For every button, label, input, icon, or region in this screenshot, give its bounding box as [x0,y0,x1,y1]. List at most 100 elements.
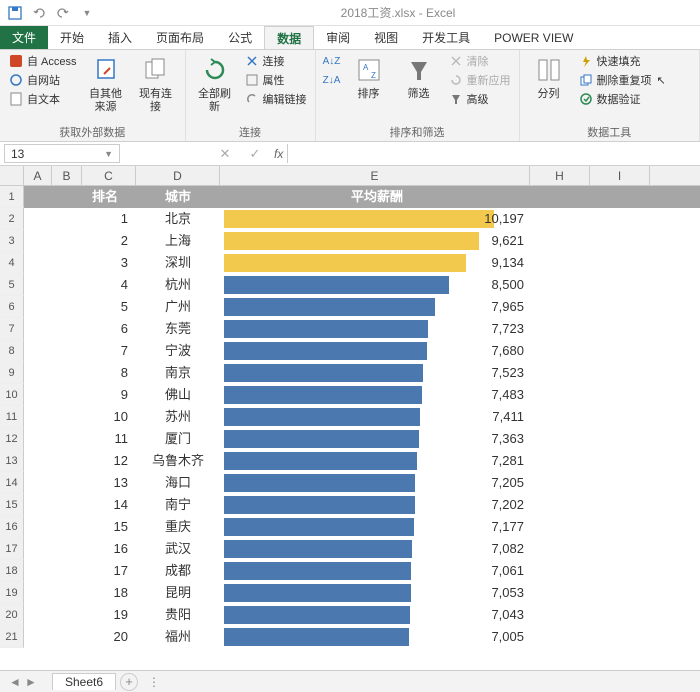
cell[interactable] [24,582,52,604]
table-row[interactable]: 8南京7,523 [24,362,700,384]
cell[interactable] [590,252,650,274]
salary-bar-cell[interactable]: 10,197 [220,208,530,230]
row-header[interactable]: 17 [0,538,24,560]
tab-视图[interactable]: 视图 [362,26,410,49]
salary-bar-cell[interactable]: 7,177 [220,516,530,538]
cell[interactable] [24,494,52,516]
cell[interactable] [530,406,590,428]
cell[interactable] [530,560,590,582]
rank-cell[interactable]: 20 [82,626,136,648]
salary-bar-cell[interactable]: 7,965 [220,296,530,318]
salary-bar-cell[interactable]: 7,281 [220,450,530,472]
table-row[interactable]: 2上海9,621 [24,230,700,252]
city-cell[interactable]: 东莞 [136,318,220,340]
cell[interactable] [530,516,590,538]
city-cell[interactable]: 南京 [136,362,220,384]
cell[interactable] [52,362,82,384]
table-row[interactable]: 19贵阳7,043 [24,604,700,626]
cell[interactable] [530,230,590,252]
city-cell[interactable]: 乌鲁木齐 [136,450,220,472]
city-cell[interactable]: 宁波 [136,340,220,362]
rank-cell[interactable]: 16 [82,538,136,560]
city-cell[interactable]: 武汉 [136,538,220,560]
rank-cell[interactable]: 9 [82,384,136,406]
cell[interactable] [52,560,82,582]
cell[interactable] [590,274,650,296]
cell[interactable] [24,318,52,340]
row-header[interactable]: 21 [0,626,24,648]
cell[interactable] [530,428,590,450]
rank-cell[interactable]: 11 [82,428,136,450]
salary-bar-cell[interactable]: 7,363 [220,428,530,450]
cell[interactable] [590,604,650,626]
cell[interactable] [530,472,590,494]
tab-审阅[interactable]: 审阅 [314,26,362,49]
cell[interactable] [24,340,52,362]
cell[interactable] [52,406,82,428]
table-row[interactable]: 14南宁7,202 [24,494,700,516]
cell[interactable] [24,230,52,252]
tab-数据[interactable]: 数据 [264,26,314,49]
connections-button[interactable]: 连接 [242,52,309,70]
cell[interactable] [590,208,650,230]
from-web-button[interactable]: 自网站 [6,71,79,89]
rank-cell[interactable]: 19 [82,604,136,626]
from-other-sources-button[interactable]: 自其他来源 [83,52,129,116]
cell[interactable] [530,274,590,296]
rank-cell[interactable]: 5 [82,296,136,318]
city-cell[interactable]: 贵阳 [136,604,220,626]
cell[interactable] [590,186,650,208]
col-header-H[interactable]: H [530,166,590,185]
table-row[interactable]: 12乌鲁木齐7,281 [24,450,700,472]
cell[interactable] [52,494,82,516]
row-header[interactable]: 3 [0,230,24,252]
salary-bar-cell[interactable]: 9,134 [220,252,530,274]
add-sheet-button[interactable]: + [120,673,138,691]
cell[interactable] [590,450,650,472]
row-header[interactable]: 20 [0,604,24,626]
row-header[interactable]: 16 [0,516,24,538]
table-row[interactable]: 20福州7,005 [24,626,700,648]
city-cell[interactable]: 上海 [136,230,220,252]
salary-bar-cell[interactable]: 7,483 [220,384,530,406]
filter-button[interactable]: 筛选 [396,52,442,103]
rank-cell[interactable]: 8 [82,362,136,384]
sort-asc-button[interactable]: A↓Z [322,52,342,70]
row-header[interactable]: 7 [0,318,24,340]
cell[interactable] [530,538,590,560]
cell[interactable] [530,186,590,208]
cell[interactable] [52,252,82,274]
enter-formula-icon[interactable]: ✓ [240,146,270,162]
cell[interactable] [52,296,82,318]
cell[interactable] [590,626,650,648]
col-header-A[interactable]: A [24,166,52,185]
cell[interactable] [530,582,590,604]
sheet-nav-prev-icon[interactable]: ◄ [8,675,22,689]
tab-开发工具[interactable]: 开发工具 [410,26,482,49]
rank-cell[interactable]: 3 [82,252,136,274]
advanced-filter-button[interactable]: 高级 [446,90,513,108]
table-row[interactable]: 17成都7,061 [24,560,700,582]
city-cell[interactable]: 重庆 [136,516,220,538]
row-header[interactable]: 11 [0,406,24,428]
rank-cell[interactable]: 17 [82,560,136,582]
cell[interactable] [530,494,590,516]
cell[interactable] [530,208,590,230]
cell[interactable] [52,384,82,406]
reapply-button[interactable]: 重新应用 [446,71,513,89]
cell[interactable] [24,450,52,472]
cell[interactable] [530,340,590,362]
cell[interactable] [530,296,590,318]
cancel-formula-icon[interactable]: ✕ [210,146,240,162]
cell[interactable] [52,428,82,450]
properties-button[interactable]: 属性 [242,71,309,89]
city-cell[interactable]: 南宁 [136,494,220,516]
chevron-down-icon[interactable]: ▼ [104,149,113,159]
cell[interactable] [24,362,52,384]
salary-bar-cell[interactable]: 9,621 [220,230,530,252]
rank-cell[interactable]: 4 [82,274,136,296]
redo-icon[interactable] [52,2,74,24]
row-header[interactable]: 9 [0,362,24,384]
salary-bar-cell[interactable]: 7,061 [220,560,530,582]
cells-area[interactable]: 排名城市平均薪酬1北京10,1972上海9,6213深圳9,1344杭州8,50… [24,186,700,648]
